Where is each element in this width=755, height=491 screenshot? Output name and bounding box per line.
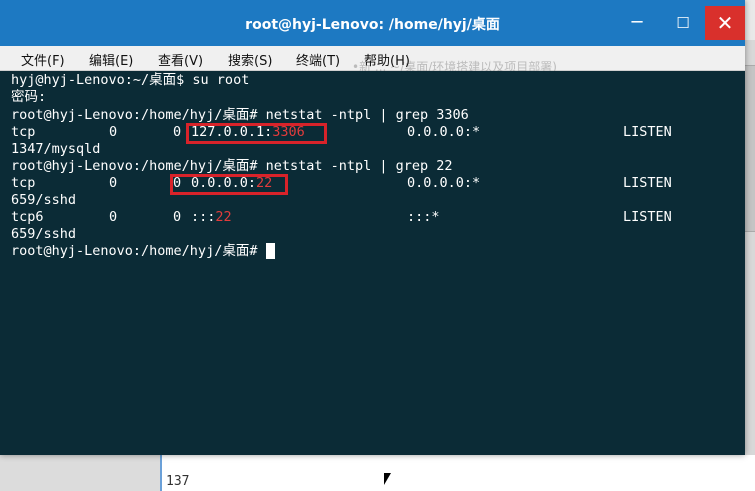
- terminal-line: root@hyj-Lenovo:/home/hyj/桌面# netstat -n…: [11, 107, 469, 123]
- netstat-row: tcp 0 0 0.0.0.0:22 0.0.0.0:* LISTEN: [11, 175, 731, 192]
- menu-file[interactable]: 文件(F): [21, 50, 65, 69]
- menu-search[interactable]: 搜索(S): [228, 50, 272, 69]
- menu-bar: •新 ... ~/桌面/环境搭建以及项目部署) 文件(F) 编辑(E) 查看(V…: [0, 46, 745, 74]
- recvq-cell: 0: [109, 175, 118, 191]
- background-sidebar: [0, 455, 160, 491]
- minimize-button[interactable]: ─: [617, 6, 657, 40]
- netstat-row: tcp6 0 0 :::22 :::* LISTEN: [11, 209, 731, 226]
- menu-terminal[interactable]: 终端(T): [296, 50, 340, 69]
- terminal-output[interactable]: hyj@hyj-Lenovo:~/桌面$ su root 密码: root@hy…: [0, 71, 745, 455]
- proto-cell: tcp: [11, 124, 36, 140]
- background-window-edge: [745, 40, 755, 491]
- state-cell: LISTEN: [623, 175, 672, 191]
- state-cell: LISTEN: [623, 124, 672, 140]
- recvq-cell: 0: [109, 209, 118, 225]
- proto-cell: tcp: [11, 175, 36, 191]
- background-line-number: 137: [166, 474, 190, 489]
- terminal-window: root@hyj-Lenovo: /home/hyj/桌面 ─ ☐ ✕ •新 .…: [0, 0, 745, 455]
- title-bar[interactable]: root@hyj-Lenovo: /home/hyj/桌面 ─ ☐ ✕: [0, 0, 745, 46]
- recvq-cell: 0: [109, 124, 118, 140]
- terminal-line: 1347/mysqld: [11, 141, 101, 157]
- prompt-text: root@hyj-Lenovo:/home/hyj/桌面#: [11, 243, 266, 259]
- terminal-line: 密码:: [11, 89, 47, 105]
- watermark: https://blog.csdn.net/hteacher07: [512, 462, 726, 479]
- local-port: 22: [215, 209, 232, 225]
- background-scrollbar[interactable]: [745, 65, 755, 232]
- local-address-cell: :::22: [191, 209, 232, 226]
- menu-view[interactable]: 查看(V): [158, 50, 203, 69]
- text-cursor: [265, 243, 275, 259]
- foreign-address-cell: 0.0.0.0:*: [407, 175, 481, 191]
- terminal-line: 659/sshd: [11, 192, 77, 208]
- sendq-cell: 0: [173, 209, 182, 225]
- terminal-line: hyj@hyj-Lenovo:~/桌面$ su root: [11, 72, 250, 88]
- terminal-line: root@hyj-Lenovo:/home/hyj/桌面# netstat -n…: [11, 158, 453, 174]
- maximize-button[interactable]: ☐: [663, 6, 703, 40]
- highlight-box-3306: [186, 123, 327, 144]
- sendq-cell: 0: [173, 124, 182, 140]
- state-cell: LISTEN: [623, 209, 672, 225]
- menu-edit[interactable]: 编辑(E): [89, 50, 133, 69]
- netstat-row: tcp 0 0 127.0.0.1:3306 0.0.0.0:* LISTEN: [11, 124, 731, 141]
- local-address: :::: [191, 209, 216, 225]
- foreign-address-cell: 0.0.0.0:*: [407, 124, 481, 140]
- proto-cell: tcp6: [11, 209, 44, 225]
- foreign-address-cell: :::*: [407, 209, 440, 225]
- terminal-line: 659/sshd: [11, 226, 77, 242]
- mouse-pointer-icon: [384, 473, 391, 485]
- menu-help[interactable]: 帮助(H): [364, 50, 410, 69]
- highlight-box-22: [170, 174, 288, 195]
- close-button[interactable]: ✕: [705, 6, 745, 40]
- prompt-line: root@hyj-Lenovo:/home/hyj/桌面#: [11, 243, 275, 260]
